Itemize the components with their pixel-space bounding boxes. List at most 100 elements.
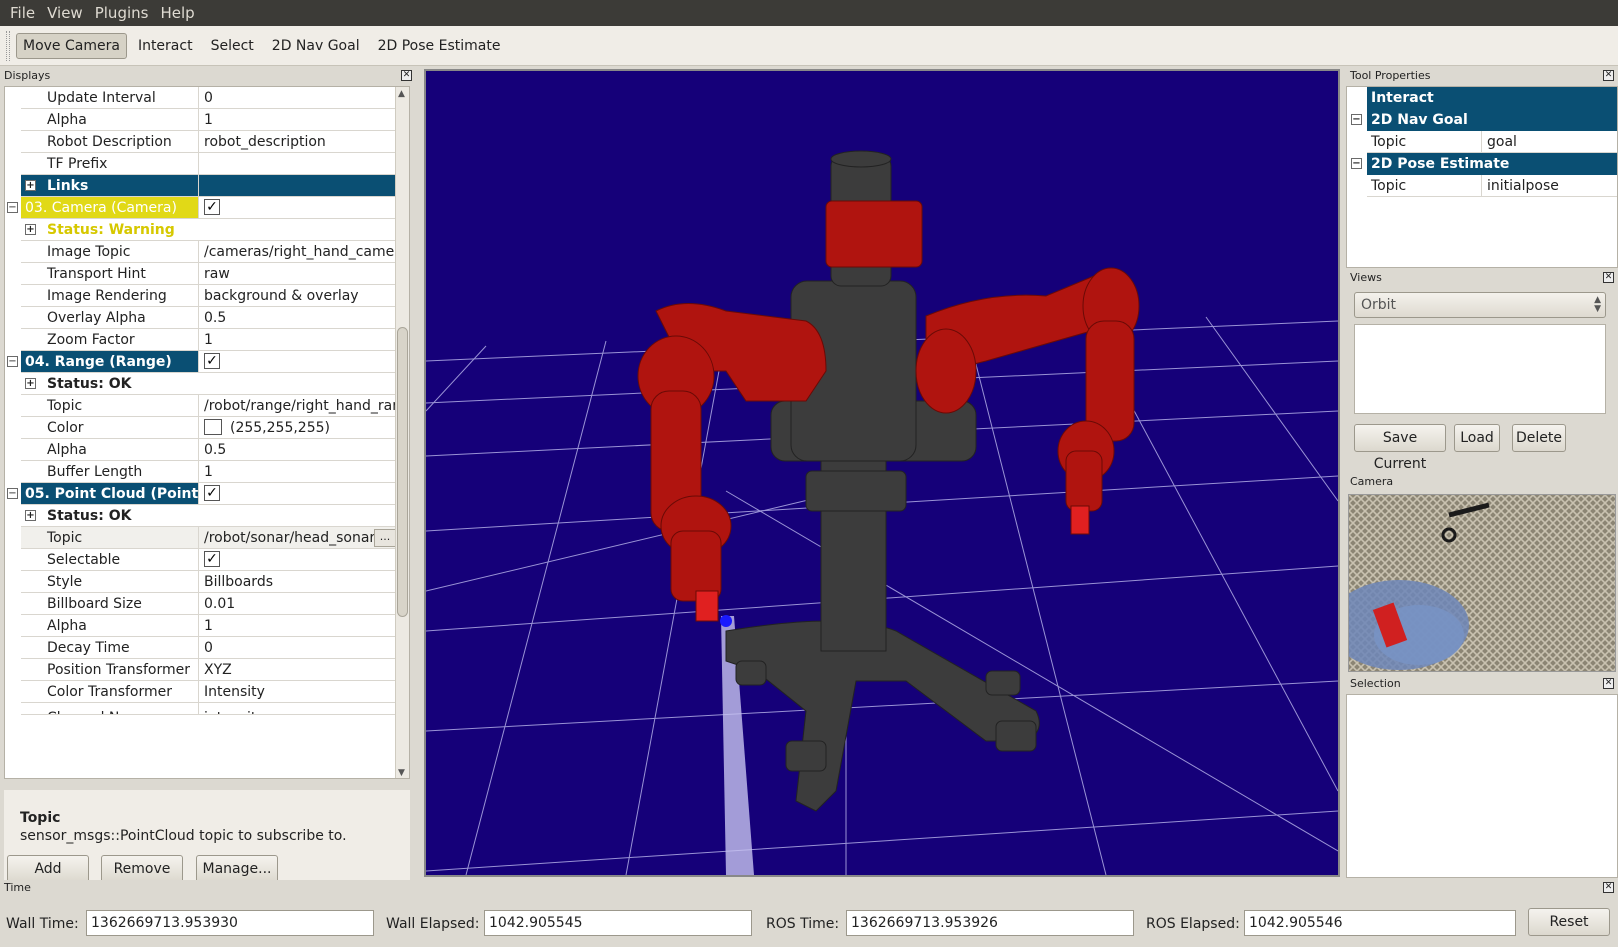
prop-row-alpha[interactable]: Alpha 0.5 <box>5 439 398 461</box>
enable-checkbox[interactable]: ✓ <box>204 484 220 501</box>
add-display-button[interactable]: Add <box>7 855 89 883</box>
prop-row-image-rendering[interactable]: Image Rendering background & overlay <box>5 285 398 307</box>
prop-row-alpha[interactable]: Alpha 1 <box>5 615 398 637</box>
wall-time-field[interactable]: 1362669713.953930 <box>86 910 374 936</box>
nav-goal-tool[interactable]: 2D Nav Goal <box>265 33 367 59</box>
expand-icon[interactable]: + <box>25 510 36 521</box>
scroll-down-icon[interactable]: ▼ <box>398 768 405 778</box>
prop-value[interactable]: robot_description <box>199 131 398 153</box>
prop-value[interactable]: 1 <box>199 461 398 483</box>
prop-value[interactable]: 1 <box>199 329 398 351</box>
close-icon[interactable]: ✕ <box>1603 70 1614 81</box>
prop-row-selectable[interactable]: Selectable ✓ <box>5 549 398 571</box>
save-current-view-button[interactable]: Save Current <box>1354 424 1446 472</box>
enable-checkbox[interactable]: ✓ <box>204 352 220 369</box>
prop-row-billboard-size[interactable]: Billboard Size 0.01 <box>5 593 398 615</box>
collapse-icon[interactable]: − <box>1351 158 1362 169</box>
tool-prop-pose-topic[interactable]: Topic initialpose <box>1347 175 1617 197</box>
prop-row-buffer-length[interactable]: Buffer Length 1 <box>5 461 398 483</box>
prop-row-color[interactable]: Color (255,255,255) <box>5 417 398 439</box>
prop-value[interactable]: 0 <box>199 637 398 659</box>
prop-row-style[interactable]: Style Billboards <box>5 571 398 593</box>
prop-row-pc-status[interactable]: + Status: OK <box>5 505 398 527</box>
prop-row-camera-status[interactable]: + Status: Warning <box>5 219 398 241</box>
prop-row-pc-topic[interactable]: Topic /robot/sonar/head_sonar/s ... <box>5 527 398 549</box>
collapse-icon[interactable]: − <box>1351 114 1362 125</box>
property-tree-scrollbar[interactable]: ▲ ▼ <box>395 87 409 778</box>
prop-row-robot-description[interactable]: Robot Description robot_description <box>5 131 398 153</box>
ros-elapsed-field[interactable]: 1042.905546 <box>1244 910 1516 936</box>
prop-value[interactable]: 0.5 <box>199 439 398 461</box>
prop-value[interactable]: initialpose <box>1482 175 1617 197</box>
prop-row-position-transformer[interactable]: Position Transformer XYZ <box>5 659 398 681</box>
close-icon[interactable]: ✕ <box>1603 678 1614 689</box>
prop-value[interactable]: 1 <box>199 615 398 637</box>
display-property-tree[interactable]: Update Interval 0 Alpha 1 Robot Descript… <box>4 86 410 779</box>
prop-value[interactable]: XYZ <box>199 659 398 681</box>
prop-value[interactable]: raw <box>199 263 398 285</box>
prop-value[interactable]: 0.5 <box>199 307 398 329</box>
prop-row-channel-name[interactable]: Channel Name intensity <box>5 703 398 715</box>
prop-value[interactable]: intensity <box>199 703 398 715</box>
collapse-icon[interactable]: − <box>7 202 18 213</box>
tool-nav-goal[interactable]: − 2D Nav Goal <box>1347 109 1617 131</box>
wall-elapsed-field[interactable]: 1042.905545 <box>484 910 752 936</box>
prop-value[interactable]: /robot/range/right_hand_range <box>199 395 398 417</box>
prop-row-range-topic[interactable]: Topic /robot/range/right_hand_range <box>5 395 398 417</box>
display-point-cloud[interactable]: − 05. Point Cloud (Point C ✓ <box>5 483 398 505</box>
collapse-icon[interactable]: − <box>7 488 18 499</box>
selection-panel[interactable] <box>1346 694 1618 878</box>
tool-pose-estimate[interactable]: − 2D Pose Estimate <box>1347 153 1617 175</box>
display-camera[interactable]: − 03. Camera (Camera) ✓ <box>5 197 398 219</box>
pose-estimate-tool[interactable]: 2D Pose Estimate <box>371 33 508 59</box>
close-icon[interactable]: ✕ <box>401 70 412 81</box>
menu-file[interactable]: File <box>4 0 41 26</box>
prop-value[interactable]: 0.01 <box>199 593 398 615</box>
menu-view[interactable]: View <box>41 0 89 26</box>
prop-row-overlay-alpha[interactable]: Overlay Alpha 0.5 <box>5 307 398 329</box>
prop-row-tf-prefix[interactable]: TF Prefix <box>5 153 398 175</box>
saved-views-list[interactable] <box>1354 324 1606 414</box>
prop-value[interactable]: /cameras/right_hand_camera/ <box>199 241 398 263</box>
move-camera-tool[interactable]: Move Camera <box>16 32 127 59</box>
close-icon[interactable]: ✕ <box>1603 272 1614 283</box>
render-viewport[interactable] <box>424 69 1340 877</box>
prop-value[interactable]: Billboards <box>199 571 398 593</box>
prop-value[interactable]: goal <box>1482 131 1617 153</box>
tool-prop-nav-topic[interactable]: Topic goal <box>1347 131 1617 153</box>
collapse-icon[interactable]: − <box>7 356 18 367</box>
expand-icon[interactable]: + <box>25 378 36 389</box>
selectable-checkbox[interactable]: ✓ <box>204 550 220 567</box>
prop-value[interactable]: 0 <box>199 87 398 109</box>
remove-display-button[interactable]: Remove <box>101 855 183 883</box>
prop-row-decay-time[interactable]: Decay Time 0 <box>5 637 398 659</box>
interact-tool[interactable]: Interact <box>131 33 200 59</box>
expand-icon[interactable]: + <box>25 180 36 191</box>
prop-row-color-transformer[interactable]: Color Transformer Intensity <box>5 681 398 703</box>
enable-checkbox[interactable]: ✓ <box>204 198 220 215</box>
prop-row-image-topic[interactable]: Image Topic /cameras/right_hand_camera/ <box>5 241 398 263</box>
display-range[interactable]: − 04. Range (Range) ✓ <box>5 351 398 373</box>
view-type-select[interactable]: Orbit ▲ ▼ <box>1354 292 1606 318</box>
tool-properties-tree[interactable]: Interact − 2D Nav Goal Topic goal − 2D P… <box>1346 86 1618 268</box>
scroll-up-icon[interactable]: ▲ <box>398 89 405 99</box>
prop-row-update-interval[interactable]: Update Interval 0 <box>5 87 398 109</box>
prop-value[interactable]: background & overlay <box>199 285 398 307</box>
scrollbar-thumb[interactable] <box>397 327 408 617</box>
select-tool[interactable]: Select <box>204 33 261 59</box>
color-swatch[interactable] <box>204 418 222 435</box>
prop-value[interactable]: 1 <box>199 109 398 131</box>
menu-plugins[interactable]: Plugins <box>89 0 155 26</box>
prop-value[interactable]: Intensity <box>199 681 398 703</box>
delete-view-button[interactable]: Delete <box>1512 424 1566 452</box>
prop-row-range-status[interactable]: + Status: OK <box>5 373 398 395</box>
expand-icon[interactable]: + <box>25 224 36 235</box>
prop-row-transport-hint[interactable]: Transport Hint raw <box>5 263 398 285</box>
browse-topic-button[interactable]: ... <box>374 529 396 547</box>
toolbar-grip-handle[interactable] <box>6 30 10 61</box>
prop-row-zoom-factor[interactable]: Zoom Factor 1 <box>5 329 398 351</box>
reset-time-button[interactable]: Reset <box>1528 908 1610 936</box>
menu-help[interactable]: Help <box>154 0 200 26</box>
prop-row-links[interactable]: + Links <box>5 175 398 197</box>
manage-displays-button[interactable]: Manage... <box>196 855 278 883</box>
